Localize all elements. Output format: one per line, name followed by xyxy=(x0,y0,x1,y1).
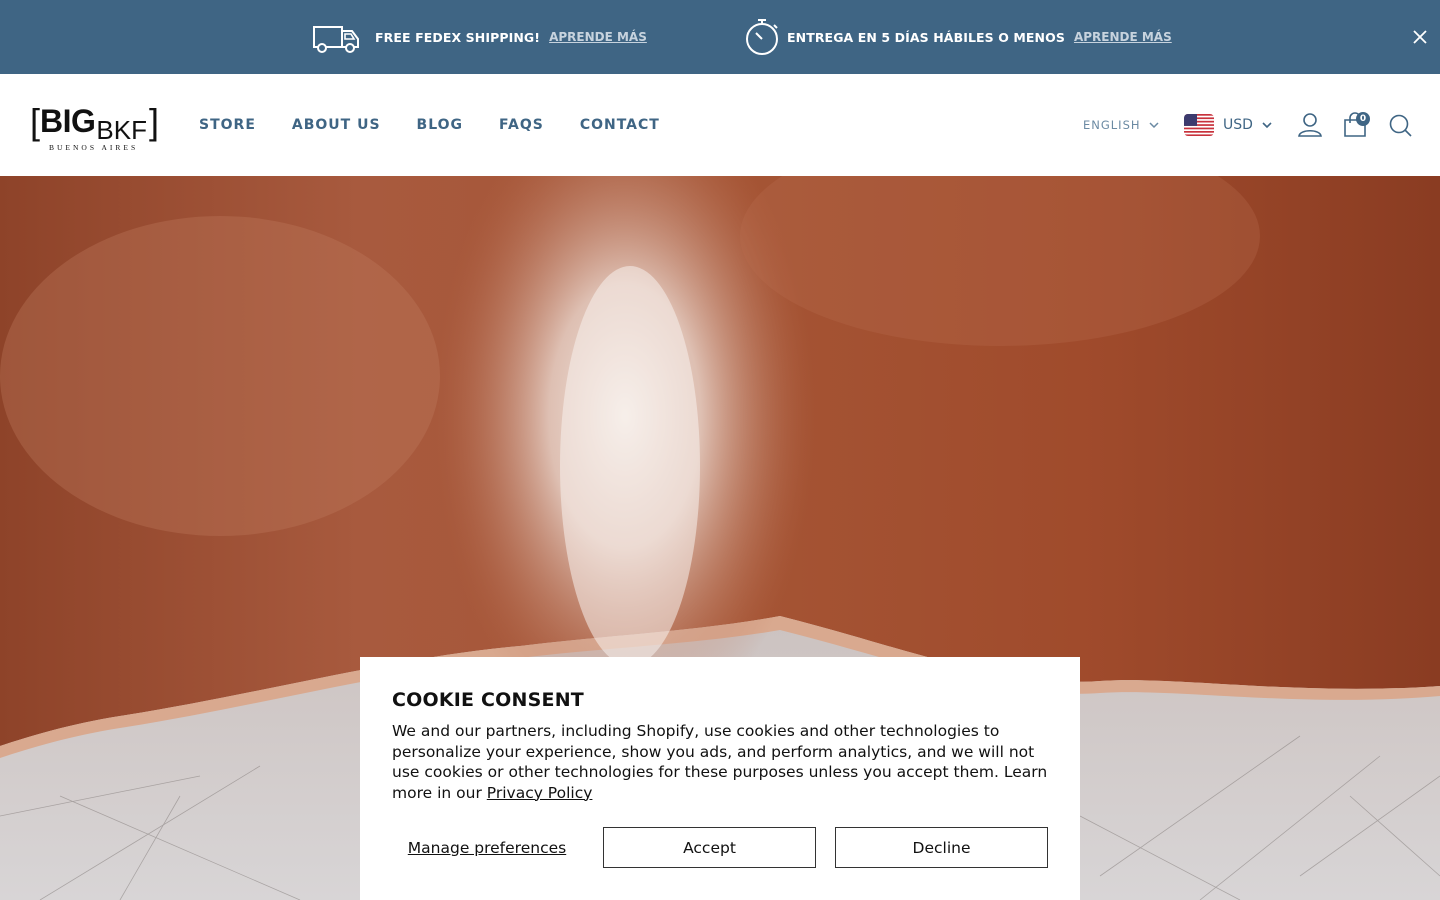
us-flag-icon xyxy=(1184,114,1214,136)
logo-big: BIG xyxy=(40,103,96,139)
announcement-text: ENTREGA EN 5 DÍAS HÁBILES O MENOS xyxy=(787,29,1065,45)
learn-more-link[interactable]: APRENDE MÁS xyxy=(1074,30,1172,44)
cart-count-badge: 0 xyxy=(1356,112,1370,126)
nav-store[interactable]: STORE xyxy=(199,117,256,133)
learn-more-link[interactable]: APRENDE MÁS xyxy=(549,30,647,44)
announcement-bar: FREE FEDEX SHIPPING! APRENDE MÁS ENTREGA… xyxy=(0,0,1440,74)
announcement-delivery: ENTREGA EN 5 DÍAS HÁBILES O MENOS APREND… xyxy=(745,0,1172,74)
nav-blog[interactable]: BLOG xyxy=(417,117,464,133)
nav-contact[interactable]: CONTACT xyxy=(580,117,660,133)
currency-selector[interactable]: USD xyxy=(1184,114,1272,136)
close-icon[interactable] xyxy=(1410,27,1430,47)
cookie-consent-dialog: COOKIE CONSENT We and our partners, incl… xyxy=(360,657,1080,900)
cookie-title: COOKIE CONSENT xyxy=(392,689,584,711)
logo-wordmark: [BIGBKF] xyxy=(30,101,159,145)
accept-button[interactable]: Accept xyxy=(603,827,816,868)
site-header: [BIGBKF] BUENOS AIRES STORE ABOUT US BLO… xyxy=(0,74,1440,176)
cookie-body: We and our partners, including Shopify, … xyxy=(392,721,1052,803)
logo-subtitle: BUENOS AIRES xyxy=(49,143,139,152)
manage-preferences-button[interactable]: Manage preferences xyxy=(392,827,582,868)
announcement-shipping: FREE FEDEX SHIPPING! APRENDE MÁS xyxy=(311,0,647,74)
truck-icon xyxy=(313,26,359,53)
chevron-down-icon xyxy=(1262,121,1272,128)
user-icon[interactable] xyxy=(1297,112,1323,138)
privacy-policy-link[interactable]: Privacy Policy xyxy=(487,784,593,802)
chevron-down-icon xyxy=(1149,121,1159,128)
currency-label: USD xyxy=(1223,117,1253,133)
search-icon[interactable] xyxy=(1387,112,1413,138)
decline-button[interactable]: Decline xyxy=(835,827,1048,868)
language-label: ENGLISH xyxy=(1083,118,1141,132)
language-selector[interactable]: ENGLISH xyxy=(1083,118,1159,132)
main-nav: STORE ABOUT US BLOG FAQS CONTACT xyxy=(199,74,696,176)
nav-about-us[interactable]: ABOUT US xyxy=(292,117,381,133)
logo[interactable]: [BIGBKF] BUENOS AIRES xyxy=(30,104,165,154)
logo-bkf: BKF xyxy=(96,115,147,145)
stopwatch-icon xyxy=(746,19,778,55)
announcement-text: FREE FEDEX SHIPPING! xyxy=(375,29,541,45)
nav-faqs[interactable]: FAQS xyxy=(499,117,544,133)
